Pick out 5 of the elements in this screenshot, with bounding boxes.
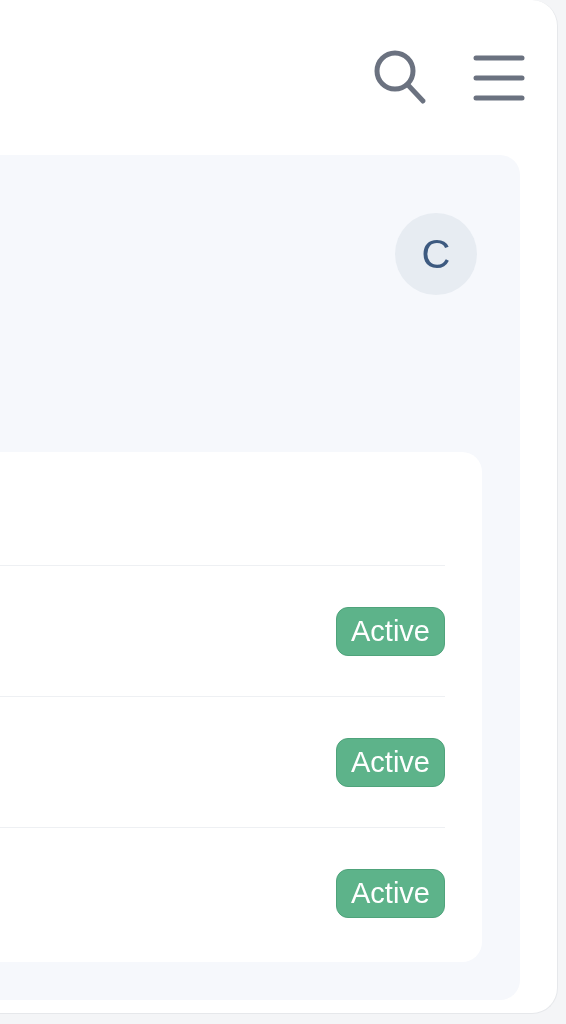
avatar[interactable]: C <box>395 213 477 295</box>
status-badge: Active <box>336 868 445 918</box>
status-badge: Active <box>336 606 445 656</box>
status-badge: Active <box>336 737 445 787</box>
menu-icon[interactable] <box>473 54 525 101</box>
